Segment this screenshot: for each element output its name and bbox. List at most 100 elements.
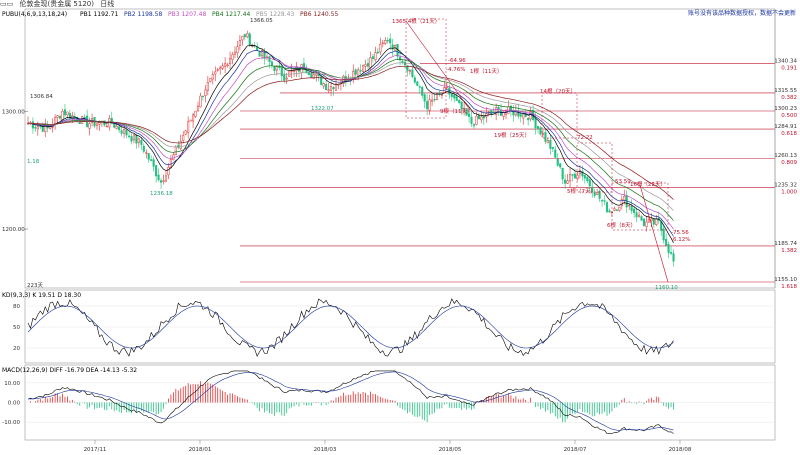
candle-body	[66, 111, 69, 116]
candle-body	[601, 199, 604, 202]
candle-body	[285, 77, 288, 80]
candle-body	[433, 98, 436, 101]
candle-body	[280, 66, 283, 77]
low-left-label: 1236.18	[150, 191, 173, 197]
candle-body	[130, 136, 133, 142]
candle-body	[637, 214, 641, 218]
chart-canvas[interactable]: PUBU(4,6,9,13,18,24) PB1 1192.71 PB2 1198.…	[0, 0, 800, 455]
candle-body	[123, 129, 126, 134]
candle-body	[315, 73, 318, 76]
candle-body	[374, 52, 377, 61]
candle-body	[330, 86, 333, 91]
kd-tick-label: 50	[13, 325, 20, 331]
candle-body	[34, 127, 37, 129]
macd-tick-label: -10.00	[2, 420, 20, 426]
candle-body	[546, 140, 549, 144]
candle-body	[56, 115, 59, 118]
left-peak-label: 1306.84	[30, 94, 53, 100]
count-label: 223天	[27, 282, 43, 289]
candle-body	[652, 218, 655, 225]
candle-body	[98, 122, 101, 125]
candle-body	[125, 129, 128, 136]
candle-body	[509, 105, 512, 111]
candle-body	[155, 165, 158, 177]
fib-ratio-label: 1.000	[781, 189, 797, 195]
x-tick-label: 2017/11	[84, 447, 107, 453]
candle-body	[63, 109, 67, 116]
candle-body	[534, 118, 537, 129]
candle-body	[164, 175, 168, 182]
candle-body	[423, 94, 426, 102]
candle-body	[174, 146, 177, 155]
kd-k-line	[27, 298, 674, 357]
candle-body	[58, 115, 62, 119]
macd-tick-label: 0.00	[8, 401, 21, 407]
candle-body	[379, 43, 382, 53]
candle-body	[556, 158, 559, 166]
candle-body	[219, 67, 222, 70]
candle-body	[573, 173, 577, 179]
wave-annotation: 53.59	[615, 179, 631, 185]
chart-window: ▭▭ 伦敦金现(贵金属 5120) 日线 PUBU(4,6,9,13,18,24…	[0, 0, 800, 455]
candle-body	[455, 96, 458, 101]
fib-ratio-label: 0.809	[781, 160, 797, 166]
kd-tick-label: 20	[13, 346, 20, 352]
candle-body	[135, 134, 138, 144]
candle-body	[209, 78, 212, 82]
candle-body	[403, 61, 407, 66]
candle-body	[366, 63, 370, 67]
candle-body	[512, 109, 515, 116]
candle-body	[179, 141, 182, 149]
candle-body	[650, 218, 653, 221]
candle-body	[583, 174, 586, 179]
candle-body	[596, 192, 599, 195]
candle-body	[371, 56, 374, 59]
candle-body	[635, 212, 638, 218]
candle-body	[431, 99, 434, 102]
candle-body	[256, 46, 259, 51]
wave-annotation: -6.12%	[671, 237, 690, 243]
candle-body	[559, 163, 562, 168]
candle-body	[194, 110, 197, 117]
candle-body	[211, 74, 214, 80]
candle-body	[189, 119, 192, 122]
candle-body	[477, 115, 480, 120]
candle-body	[408, 70, 411, 72]
candle-body	[41, 126, 44, 132]
wave-annotation: -64.96	[448, 58, 466, 64]
candle-body	[248, 33, 251, 46]
candle-body	[588, 179, 591, 187]
candle-body	[216, 69, 219, 71]
candle-body	[137, 138, 140, 143]
candle-body	[36, 126, 39, 130]
candle-body	[672, 253, 675, 262]
wave-annotation: 19根（25天）	[494, 131, 530, 139]
candle-body	[495, 107, 498, 115]
candle-body	[418, 86, 421, 88]
candle-body	[453, 94, 456, 99]
candle-body	[608, 210, 611, 213]
left-edge-label: 1.18	[27, 159, 40, 165]
candle-body	[243, 34, 246, 38]
candle-body	[182, 135, 185, 141]
wave-annotation: 1根（11天）	[470, 67, 503, 75]
wave-annotation: 6根（8天）	[607, 221, 636, 229]
candle-body	[554, 149, 557, 158]
candle-body	[334, 84, 338, 91]
last-low-label: 1160.10	[655, 285, 678, 291]
candle-body	[115, 125, 118, 129]
candle-body	[221, 65, 224, 69]
candle-body	[157, 174, 160, 181]
x-tick-label: 2018/03	[314, 447, 337, 453]
candle-body	[642, 218, 646, 226]
candle-body	[522, 113, 525, 119]
candle-body	[105, 125, 108, 128]
legend-item: PB4 1217.44	[212, 11, 250, 18]
candle-body	[214, 71, 217, 75]
candle-body	[411, 69, 414, 78]
candle-body	[524, 114, 527, 117]
high-label: 1366.05	[250, 18, 273, 24]
macd-tick-label: 10.00	[4, 381, 20, 387]
candle-body	[258, 51, 261, 57]
candle-body	[571, 174, 574, 176]
